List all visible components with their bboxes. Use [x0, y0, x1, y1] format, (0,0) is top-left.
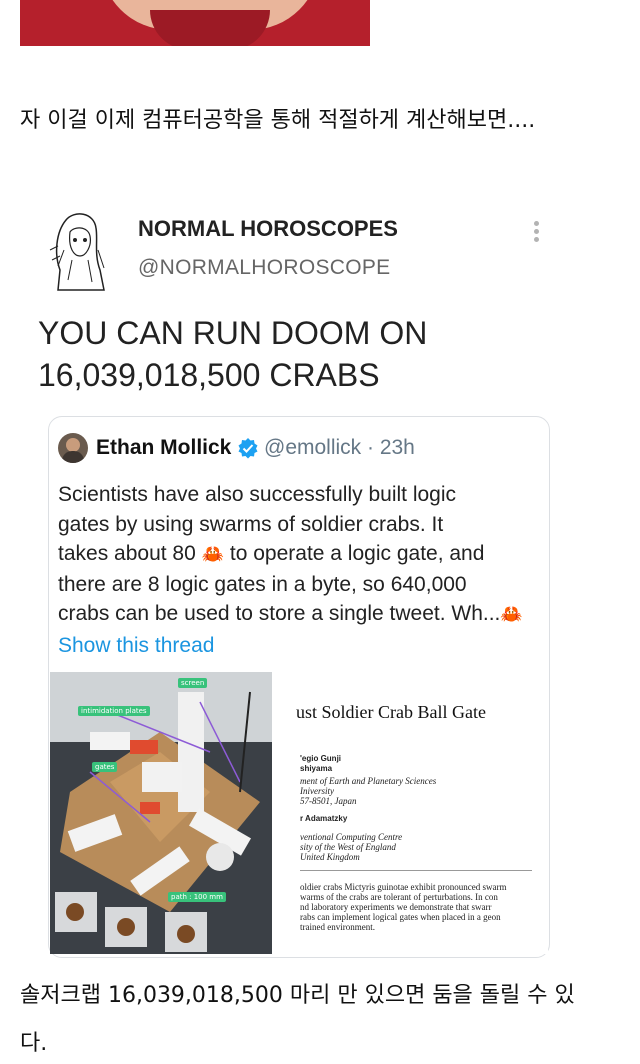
paper-line: ment of Earth and Planetary Sciences	[300, 776, 437, 786]
paper-line: sity of the West of England	[300, 842, 396, 852]
quoted-text-segment: to operate a logic gate, and	[229, 542, 485, 565]
paper-line: rabs can implement logical gates when pl…	[300, 912, 501, 922]
paper-line: United Kingdom	[300, 852, 360, 862]
paper-line: r Adamatzky	[300, 814, 348, 823]
paper-divider	[300, 870, 532, 871]
crab-experiment-photo[interactable]: screen intimidation plates gates path : …	[50, 672, 272, 954]
quoted-text-line: crabs can be used to store a single twee…	[58, 599, 548, 630]
quoted-text-line: there are 8 logic gates in a byte, so 64…	[58, 572, 467, 596]
paper-line: warms of the crabs are tolerant of pertu…	[300, 892, 498, 902]
tweet-text: YOU CAN RUN DOOM ON 16,039,018,500 CRABS	[38, 312, 558, 396]
paper-excerpt-image[interactable]: ust Soldier Crab Ball Gate 'egio Gunji s…	[272, 672, 548, 954]
author-name[interactable]: NORMAL HOROSCOPES	[138, 216, 398, 242]
paper-line: 'egio Gunji	[300, 754, 342, 763]
crab-emoji-icon: 🦀	[500, 604, 523, 624]
photo-label-path: path : 100 mm	[168, 892, 226, 902]
paper-line: nd laboratory experiments we demonstrate…	[300, 902, 492, 912]
paper-line: Iniversity	[300, 786, 334, 796]
crab-emoji-icon: 🦀	[201, 544, 225, 564]
more-vertical-icon[interactable]	[526, 218, 546, 248]
quoted-text-line: gates by using swarms of soldier crabs. …	[58, 512, 444, 536]
paper-line: trained environment.	[300, 922, 375, 932]
photo-label-intimidation: intimidation plates	[78, 706, 150, 716]
show-thread-link[interactable]: Show this thread	[58, 634, 214, 658]
quoted-tweet-text: Scientists have also successfully built …	[58, 480, 548, 630]
paper-line: ventional Computing Centre	[300, 832, 403, 842]
quoted-author-name[interactable]: Ethan Mollick	[96, 436, 231, 460]
caption-line: 솔저크랩 16,039,018,500 마리 만 있으면 둠을 돌릴 수 있	[20, 983, 575, 1008]
photo-label-screen: screen	[178, 678, 208, 688]
quoted-handle-time[interactable]: @emollick · 23h	[264, 436, 415, 460]
quoted-text-segment: crabs can be used to store a single twee…	[58, 602, 501, 625]
photo-label-gates: gates	[92, 762, 118, 772]
author-handle[interactable]: @NORMALHOROSCOPE	[138, 256, 390, 280]
quoted-text-segment: takes about 80	[58, 542, 196, 565]
paper-line: 57-8501, Japan	[300, 796, 357, 806]
quoted-text-line: takes about 80 🦀 to operate a logic gate…	[58, 539, 548, 570]
tweet-text-line: 16,039,018,500 CRABS	[38, 357, 380, 393]
verified-badge-icon	[237, 437, 259, 459]
quoted-text-line: Scientists have also successfully built …	[58, 483, 457, 506]
author-avatar[interactable]	[44, 210, 116, 294]
paper-title: ust Soldier Crab Ball Gate	[296, 702, 486, 722]
cropped-top-photo	[20, 0, 370, 46]
post-caption-2: 솔저크랩 16,039,018,500 마리 만 있으면 둠을 돌릴 수 있 다…	[20, 976, 620, 1064]
quoted-author-avatar[interactable]	[58, 433, 88, 463]
post-caption-1: 자 이걸 이제 컴퓨터공학을 통해 적절하게 계산해보면....	[20, 108, 536, 133]
tweet-text-line: YOU CAN RUN DOOM ON	[38, 315, 428, 351]
paper-line: oldier crabs Mictyris guinotae exhibit p…	[300, 882, 507, 892]
caption-line: 다.	[20, 1031, 48, 1056]
paper-line: shiyama	[300, 764, 333, 773]
